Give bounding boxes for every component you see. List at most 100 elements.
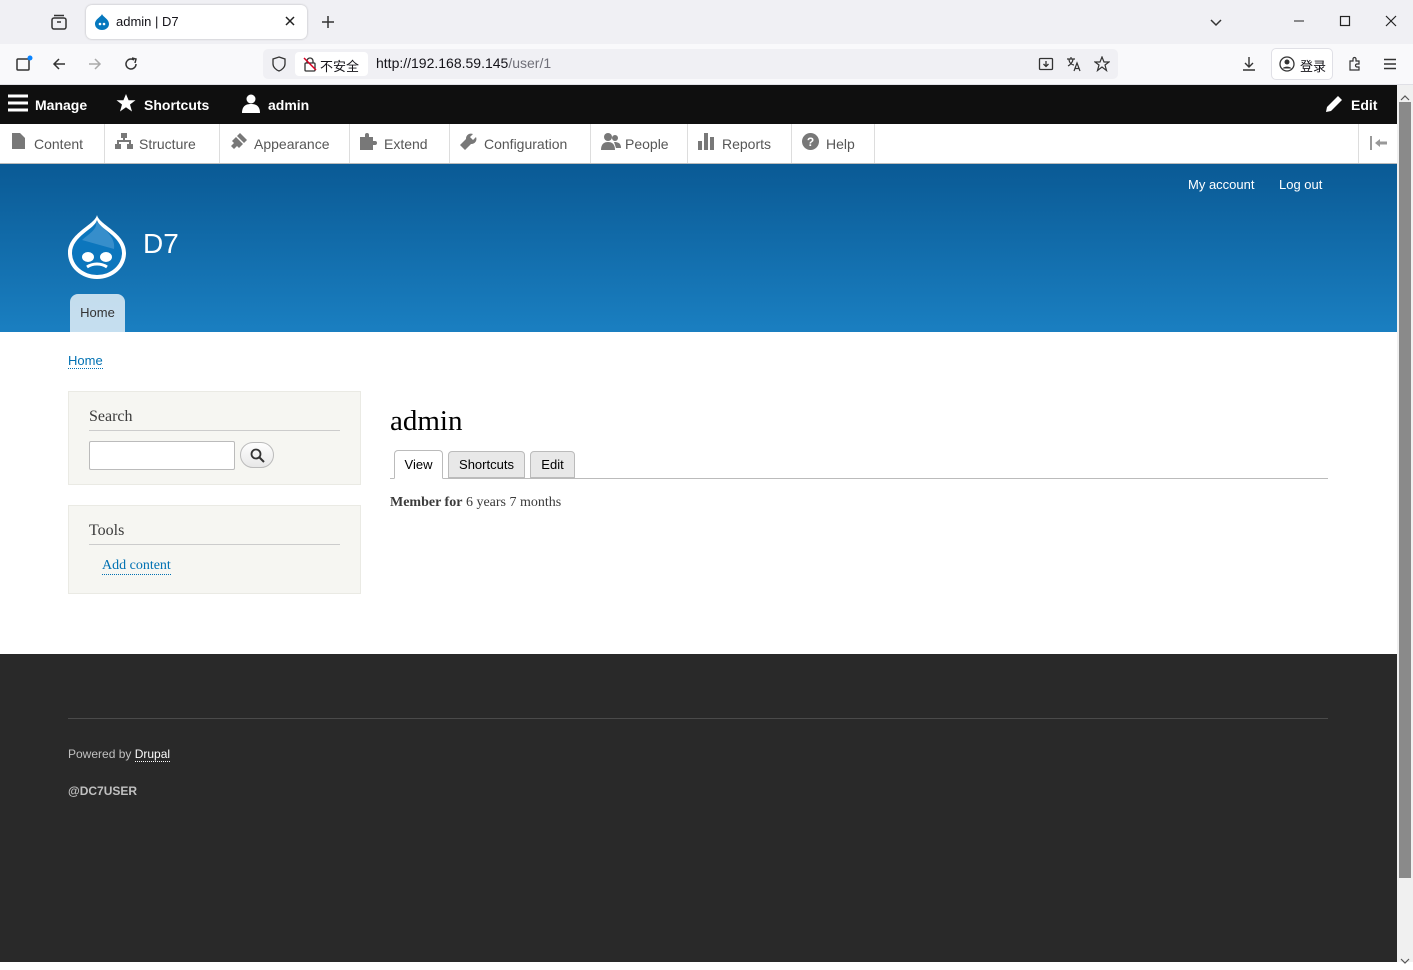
tray-item-label: People [625,135,669,152]
tray-item-label: Appearance [254,135,330,152]
toolbar-edit[interactable]: Edit [1326,85,1377,124]
list-tabs-icon[interactable] [1208,14,1224,30]
member-for: Member for 6 years 7 months [390,495,561,511]
member-for-label: Member for [390,495,463,510]
divider [89,430,340,431]
bar-chart-icon [698,132,714,155]
tray-item-content[interactable]: Content [0,124,105,163]
forward-icon[interactable] [87,56,103,72]
account-button[interactable]: 登录 [1271,48,1333,80]
toolbar-shortcuts[interactable]: Shortcuts [116,85,209,124]
brush-icon [230,132,247,155]
tray-item-label: Content [34,135,84,152]
bookmark-star-icon[interactable] [1093,55,1111,73]
tray-orientation-toggle[interactable] [1358,124,1397,163]
minimize-icon[interactable] [1291,13,1307,29]
tab-label: View [404,457,433,472]
maximize-icon[interactable] [1337,13,1353,29]
my-account-link[interactable]: My account [1188,177,1254,192]
toolbar-manage-label: Manage [35,96,88,113]
admin-toolbar: Manage Shortcuts admin Edit [0,85,1397,124]
extensions-icon[interactable] [1347,56,1363,72]
tab-title: admin | D7 [116,14,179,29]
browser-tab[interactable]: admin | D7 [86,5,307,39]
puzzle-icon [360,132,377,155]
tray-item-label: Extend [384,135,428,152]
search-block-title: Search [89,408,133,425]
search-button[interactable] [240,442,274,468]
url-text[interactable]: http://192.168.59.145/user/1 [376,55,551,71]
back-icon[interactable] [51,56,67,72]
footer-handle: @DC7USER [68,784,138,798]
search-block: Search [68,391,361,485]
tray-item-label: Configuration [484,135,568,152]
tray-item-help[interactable]: ? Help [792,124,875,163]
tray-item-label: Reports [722,135,772,152]
reload-icon[interactable] [123,56,139,72]
tray-item-label: Help [826,135,855,152]
tabs-underline [390,478,1328,479]
pencil-icon [1326,95,1343,115]
tab-edit[interactable]: Edit [530,451,575,478]
page-title: admin [390,405,463,437]
site-logo[interactable] [68,215,126,279]
tab-label: Edit [541,457,564,472]
insecure-lock-icon [302,56,318,72]
toolbar-user-label: admin [268,96,310,113]
powered-by: Powered by Drupal [68,747,171,762]
sidebar-icon[interactable] [15,55,33,73]
login-label: 登录 [1300,59,1327,74]
url-host: http://192.168.59.145 [376,55,509,71]
toolbar-shortcuts-label: Shortcuts [144,96,210,113]
menu-icon[interactable] [1382,56,1398,72]
footer-divider [68,718,1328,719]
tray-item-label: Structure [139,135,196,152]
close-tab-icon[interactable] [283,14,297,28]
scroll-down-arrow-icon[interactable] [1400,952,1410,964]
primary-tab-label: Home [80,305,115,320]
admin-toolbar-tray: Content Structure Appearance Extend Conf… [0,124,1397,164]
tab-groups-icon[interactable] [50,13,68,31]
primary-tab-home[interactable]: Home [70,294,125,332]
new-tab-icon[interactable] [320,14,336,30]
site-footer: Powered by Drupal @DC7USER [0,654,1397,962]
tab-shortcuts[interactable]: Shortcuts [448,451,525,478]
scroll-up-arrow-icon[interactable] [1400,89,1410,101]
drupal-link[interactable]: Drupal [134,747,171,762]
security-indicator[interactable]: 不安全 [295,52,368,76]
tray-item-extend[interactable]: Extend [350,124,450,163]
shield-icon[interactable] [271,56,287,72]
tray-item-appearance[interactable]: Appearance [220,124,350,163]
divider [89,544,340,545]
scrollbar-thumb[interactable] [1399,102,1411,878]
drupal-favicon [95,14,109,30]
tray-item-people[interactable]: People [591,124,688,163]
toolbar-manage[interactable]: Manage [8,85,87,124]
tray-item-structure[interactable]: Structure [105,124,220,163]
svg-text:?: ? [807,135,814,149]
orientation-arrow-icon [1370,136,1388,155]
close-window-icon[interactable] [1383,13,1399,29]
toolbar-user[interactable]: admin [242,85,309,124]
star-icon [116,93,136,116]
user-icon [242,94,260,116]
people-icon [601,132,621,155]
site-header: My account Log out D7 Home [0,164,1397,332]
url-path: /user/1 [508,55,552,71]
search-input[interactable] [89,441,235,470]
tray-item-configuration[interactable]: Configuration [450,124,591,163]
reader-icon[interactable] [1038,56,1054,72]
download-icon[interactable] [1241,56,1257,72]
site-name[interactable]: D7 [143,228,179,260]
help-icon: ? [802,132,819,155]
translate-icon[interactable] [1066,56,1082,72]
structure-icon [115,133,133,154]
breadcrumb[interactable]: Home [68,353,103,369]
tab-view[interactable]: View [394,450,443,479]
toolbar-edit-label: Edit [1351,96,1378,113]
page-icon [10,133,26,154]
add-content-link[interactable]: Add content [102,558,171,575]
member-for-value: 6 years 7 months [465,495,562,510]
log-out-link[interactable]: Log out [1279,177,1322,192]
tray-item-reports[interactable]: Reports [688,124,792,163]
